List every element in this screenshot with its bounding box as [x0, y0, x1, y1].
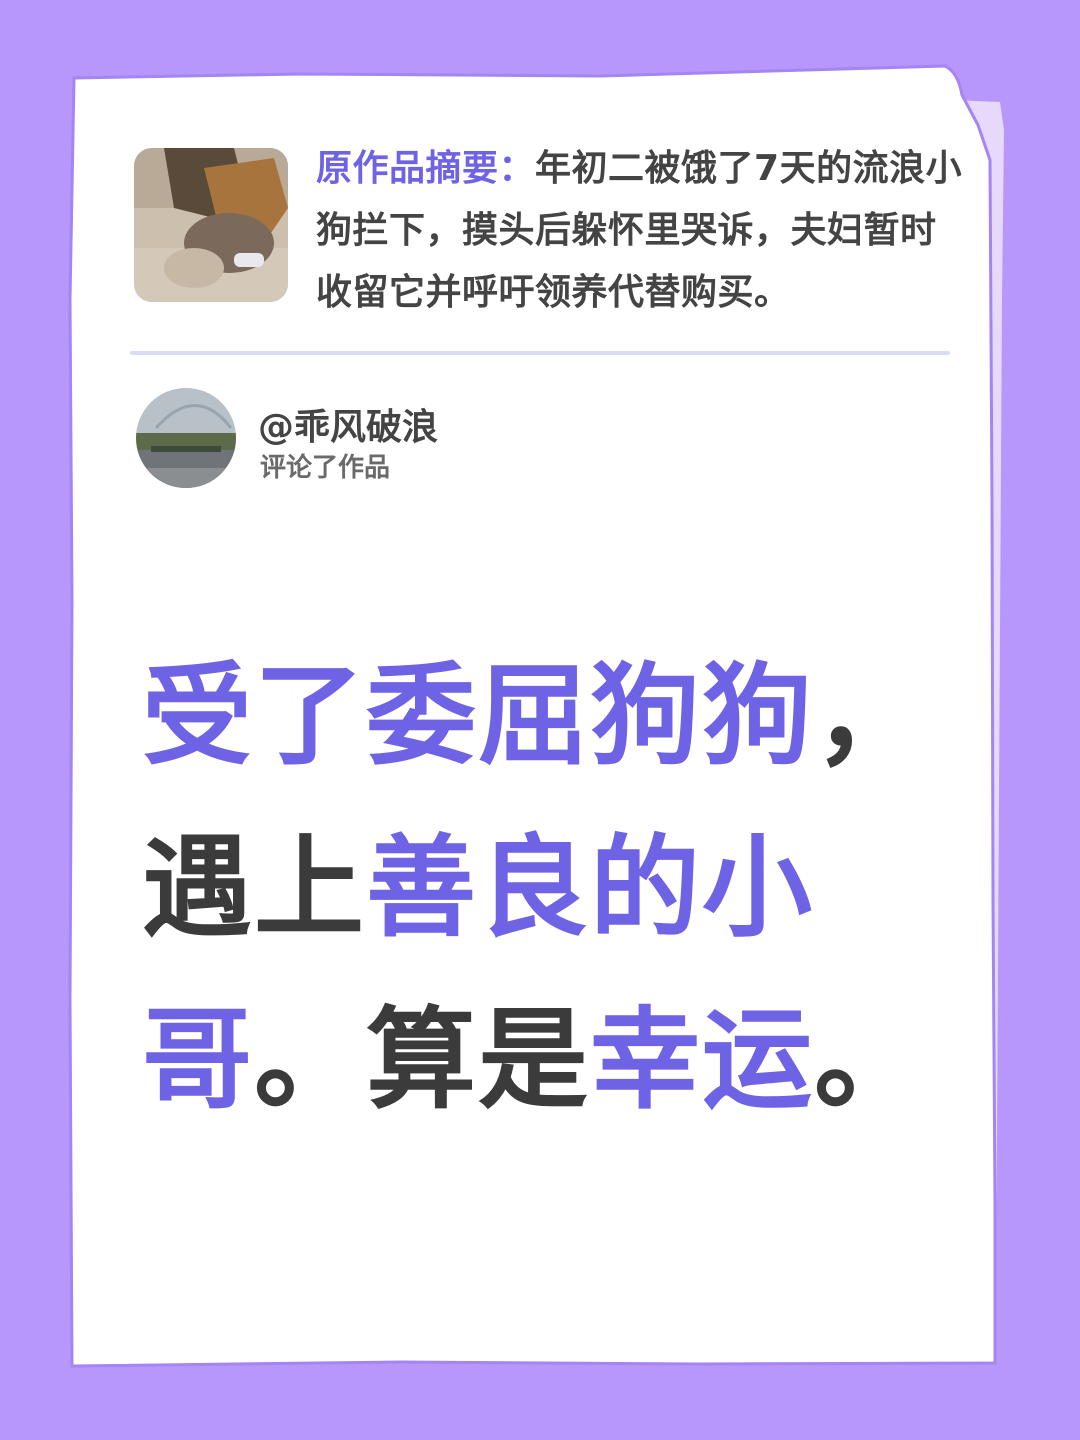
landscape-avatar [136, 388, 236, 488]
headline-text: 算是 [366, 996, 590, 1124]
post-thumbnail[interactable] [134, 148, 288, 302]
headline-text: ， [814, 652, 926, 780]
headline-text: 哥 [142, 996, 254, 1124]
headline-line-3: 哥。算是幸运。 [142, 974, 982, 1146]
dog-photo-thumbnail [134, 148, 288, 302]
user-avatar[interactable] [136, 388, 236, 488]
divider [130, 351, 950, 355]
headline-text: 遇上 [142, 824, 366, 952]
post-summary: 原作品摘要：年初二被饿了7天的流浪小狗拦下，摸头后躲怀里哭诉，夫妇暂时收留它并呼… [316, 138, 966, 324]
headline-text: 。 [814, 996, 926, 1124]
headline-text: 幸运 [590, 996, 814, 1124]
headline-text: 。 [254, 996, 366, 1124]
headline: 受了委屈狗狗， 遇上善良的小 哥。算是幸运。 [142, 630, 982, 1146]
comment-action: 评论了作品 [260, 453, 391, 483]
headline-line-2: 遇上善良的小 [142, 802, 982, 974]
headline-line-1: 受了委屈狗狗， [142, 630, 982, 802]
summary-label: 原作品摘要： [316, 148, 536, 189]
comment-username[interactable]: @乖风破浪 [258, 398, 438, 450]
headline-text: 善良的小 [366, 824, 814, 952]
headline-text: 受了委屈狗狗 [142, 652, 814, 780]
